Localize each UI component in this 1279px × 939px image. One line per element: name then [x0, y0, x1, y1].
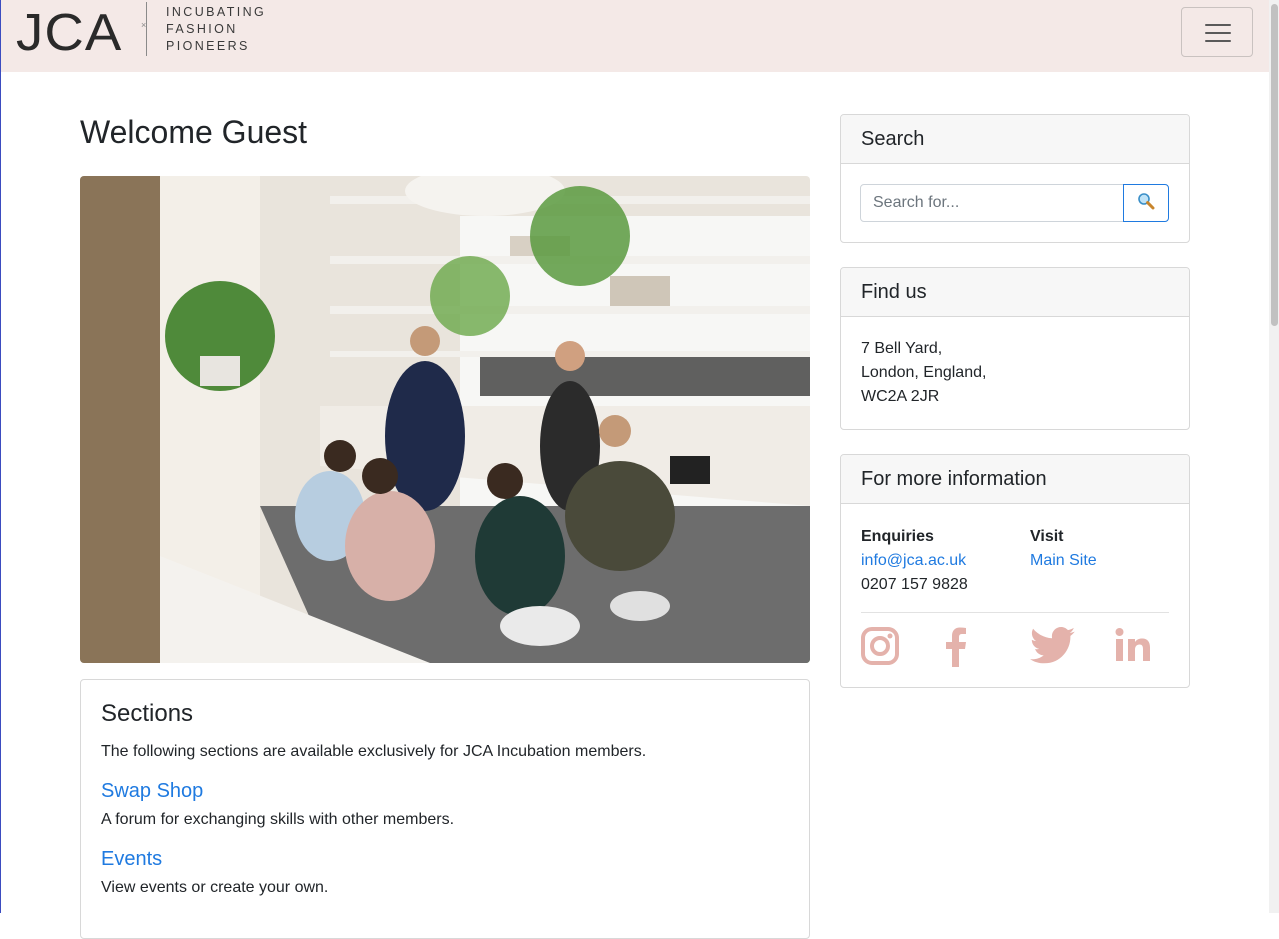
search-card-title: Search	[841, 115, 1189, 164]
more-info-card: For more information Enquiries info@jca.…	[840, 454, 1190, 688]
search-input[interactable]	[860, 184, 1124, 222]
address-line-1: 7 Bell Yard,	[861, 340, 943, 357]
logo-cross-mark: ×	[141, 20, 147, 30]
enquiries-label: Enquiries	[861, 528, 934, 545]
events-description: View events or create your own.	[101, 879, 329, 896]
events-link[interactable]: Events	[101, 846, 789, 872]
page-scrollbar[interactable]	[1269, 0, 1279, 913]
tagline-line-1: INCUBATING	[166, 5, 267, 19]
logo-tagline: INCUBATING FASHION PIONEERS	[166, 4, 266, 55]
linkedin-icon[interactable]	[1115, 627, 1151, 663]
tagline-line-3: PIONEERS	[166, 39, 250, 53]
more-info-title: For more information	[841, 455, 1189, 504]
search-icon	[1137, 192, 1155, 215]
address-line-2: London, England,	[861, 364, 987, 381]
menu-toggle-button[interactable]	[1181, 7, 1253, 57]
swap-shop-link[interactable]: Swap Shop	[101, 778, 789, 804]
address-line-3: WC2A 2JR	[861, 388, 940, 405]
main-site-link[interactable]: Main Site	[1030, 552, 1097, 569]
search-card: Search	[840, 114, 1190, 243]
visit-column: Visit Main Site	[1030, 525, 1097, 573]
page-title: Welcome Guest	[80, 114, 308, 150]
navbar: JCA × INCUBATING FASHION PIONEERS	[1, 0, 1269, 72]
visit-label: Visit	[1030, 528, 1064, 545]
email-link[interactable]: info@jca.ac.uk	[861, 552, 966, 569]
find-us-card: Find us 7 Bell Yard, London, England, WC…	[840, 267, 1190, 430]
facebook-icon[interactable]	[945, 627, 967, 667]
sections-title: Sections	[101, 700, 194, 727]
sections-card: Sections The following sections are avai…	[80, 679, 810, 939]
instagram-icon[interactable]	[861, 627, 899, 665]
logo-wordmark: JCA	[16, 4, 123, 62]
scrollbar-thumb[interactable]	[1271, 4, 1278, 326]
enquiries-column: Enquiries info@jca.ac.uk 0207 157 9828	[861, 525, 968, 597]
hero-image	[80, 176, 810, 663]
sections-intro: The following sections are available exc…	[101, 743, 647, 760]
tagline-line-2: FASHION	[166, 22, 238, 36]
find-us-title: Find us	[841, 268, 1189, 317]
twitter-icon[interactable]	[1030, 627, 1076, 665]
search-form	[860, 184, 1170, 223]
search-button[interactable]	[1123, 184, 1169, 222]
info-divider	[861, 612, 1169, 613]
phone-number: 0207 157 9828	[861, 576, 968, 593]
swap-shop-description: A forum for exchanging skills with other…	[101, 811, 455, 828]
jca-logo[interactable]: JCA	[16, 4, 121, 62]
address: 7 Bell Yard, London, England, WC2A 2JR	[841, 317, 1189, 429]
